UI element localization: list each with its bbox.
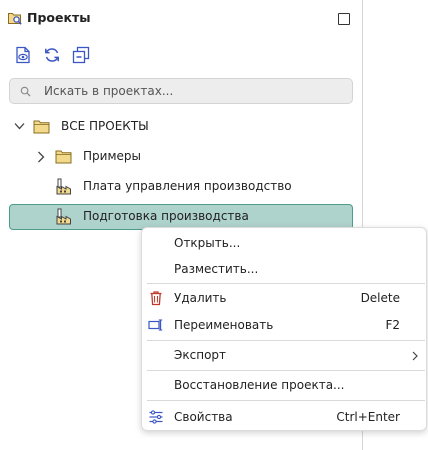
menu-item-label: Открыть... (174, 236, 241, 250)
menu-item-properties[interactable]: Свойства Ctrl+Enter (142, 405, 426, 429)
menu-item-label: Переименовать (174, 318, 274, 332)
tree-item-label: Подготовка производства (83, 209, 249, 223)
chevron-right-icon (412, 351, 418, 361)
tree-item-examples[interactable]: Примеры (0, 144, 362, 170)
factory-icon (56, 178, 71, 195)
menu-item-label: Удалить (174, 291, 227, 305)
refresh-icon[interactable] (43, 46, 61, 64)
menu-item-shortcut: Delete (360, 291, 400, 305)
maximize-icon[interactable] (338, 13, 350, 25)
menu-item-restore-project[interactable]: Восстановление проекта... (142, 373, 426, 397)
show-project-icon[interactable] (14, 46, 32, 64)
tree-item-label: Плата управления производство (83, 179, 292, 193)
search-icon (20, 86, 31, 97)
menu-item-place[interactable]: Разместить... (142, 257, 426, 281)
menu-item-export[interactable]: Экспорт (142, 343, 426, 367)
panel-title: Проекты (27, 10, 91, 25)
menu-item-shortcut: F2 (385, 318, 400, 332)
menu-item-label: Экспорт (174, 348, 227, 362)
menu-separator (147, 283, 425, 284)
menu-item-label: Восстановление проекта... (174, 378, 345, 392)
menu-item-shortcut: Ctrl+Enter (336, 410, 400, 424)
panel-header: Проекты (0, 0, 362, 38)
chevron-right-icon[interactable] (37, 151, 45, 163)
tree-item-label: ВСЕ ПРОЕКТЫ (61, 119, 149, 133)
tree-item-control-board[interactable]: Плата управления производство (0, 174, 362, 200)
search-input[interactable] (44, 82, 344, 100)
folder-icon (55, 150, 72, 164)
menu-separator (147, 340, 425, 341)
trash-icon (150, 291, 162, 306)
menu-item-delete[interactable]: Удалить Delete (142, 286, 426, 310)
context-menu: Открыть... Разместить... Удалить Delete … (141, 227, 427, 431)
menu-item-open[interactable]: Открыть... (142, 231, 426, 255)
factory-icon (56, 208, 71, 225)
collapse-all-icon[interactable] (72, 46, 90, 64)
menu-item-rename[interactable]: Переименовать F2 (142, 313, 426, 337)
projects-search-icon (8, 13, 22, 25)
folder-icon (33, 120, 50, 134)
menu-separator (147, 370, 425, 371)
rename-icon (148, 319, 163, 331)
menu-item-label: Свойства (174, 410, 233, 424)
search-box (9, 78, 353, 104)
tree-item-label: Примеры (83, 149, 141, 163)
menu-separator (147, 400, 425, 401)
menu-item-label: Разместить... (174, 262, 259, 276)
tree-root-all-projects[interactable]: ВСЕ ПРОЕКТЫ (0, 114, 362, 140)
chevron-down-icon[interactable] (14, 122, 25, 131)
properties-icon (149, 410, 163, 424)
